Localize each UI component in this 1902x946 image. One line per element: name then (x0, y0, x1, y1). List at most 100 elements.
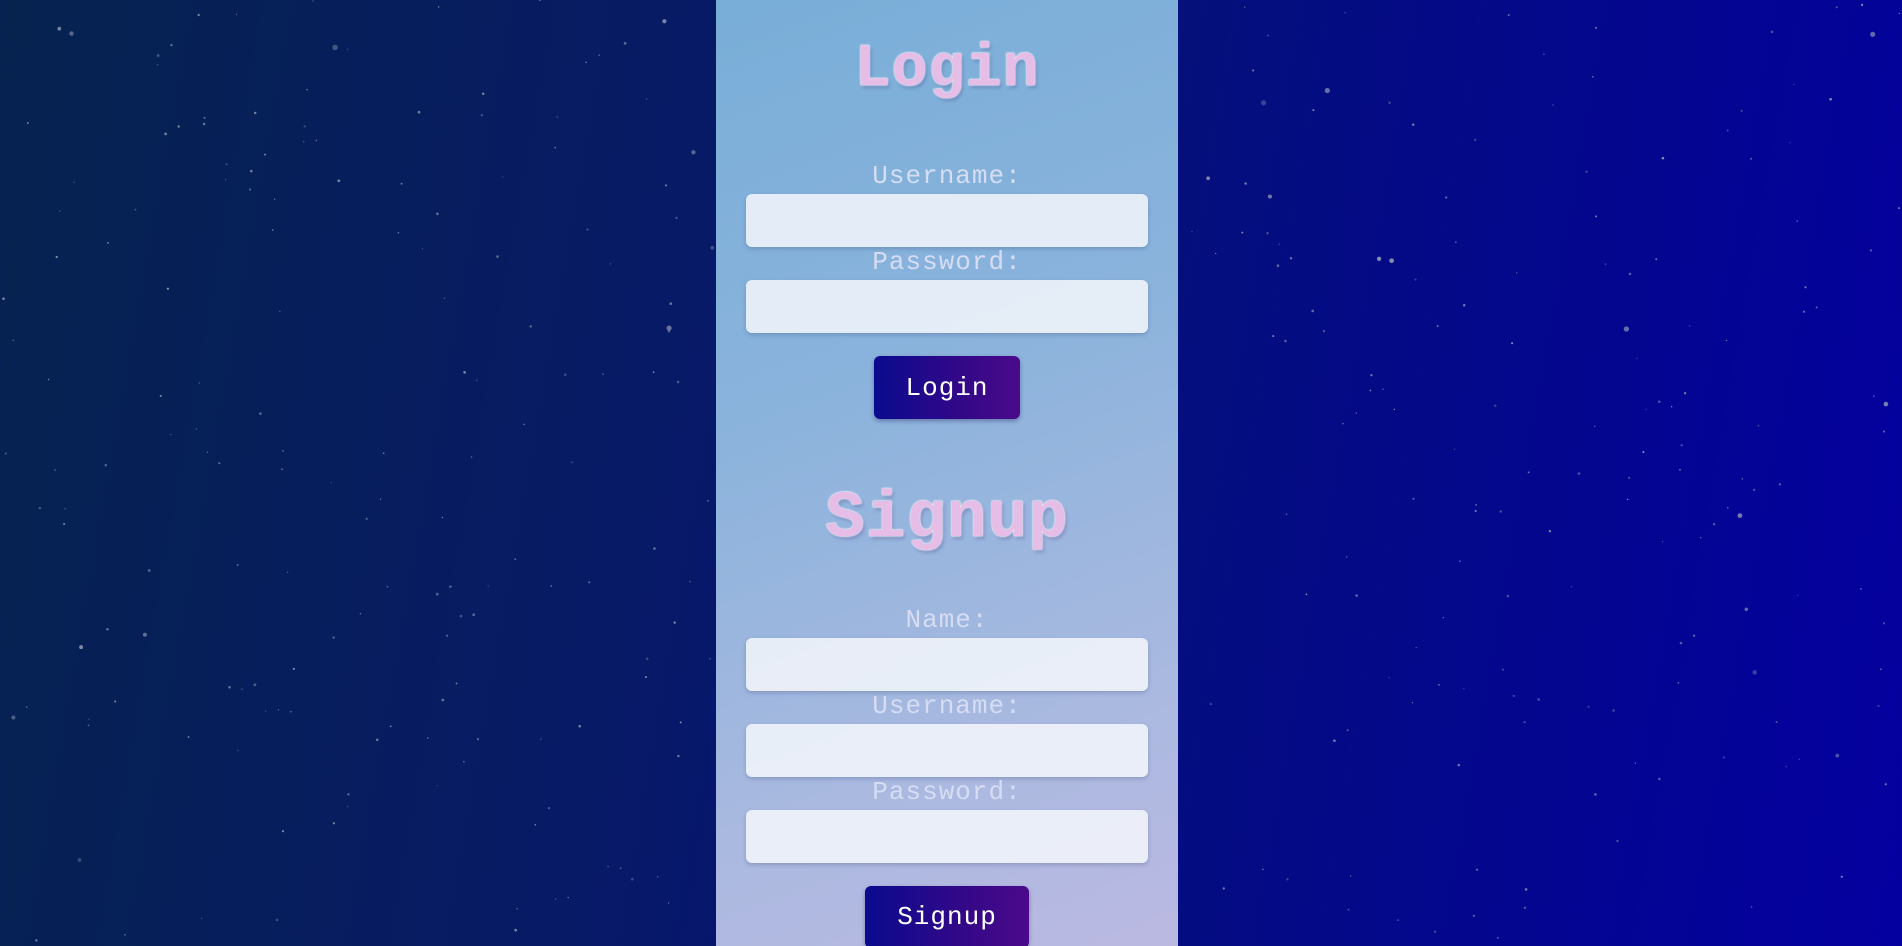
star-dot (1897, 207, 1900, 210)
star-dot (47, 378, 50, 381)
star-dot (1333, 739, 1336, 743)
star-dot (1726, 129, 1729, 132)
star-dot (1382, 388, 1384, 391)
star-dot (200, 917, 203, 919)
star-dot (1869, 249, 1873, 252)
star-dot (652, 371, 655, 374)
star-dot (436, 212, 439, 216)
star-dot (1457, 763, 1461, 767)
star-dot (707, 499, 709, 502)
star-dot (26, 122, 29, 124)
star-dot (564, 373, 567, 376)
login-username-input[interactable] (746, 194, 1148, 247)
star-dot (1370, 374, 1373, 377)
star-dot (265, 710, 267, 712)
star-dot (106, 241, 110, 244)
login-password-label: Password: (872, 247, 1022, 277)
star-dot (281, 830, 285, 833)
star-dot (249, 169, 253, 173)
signup-button[interactable]: Signup (865, 886, 1029, 946)
star-dot (1802, 310, 1805, 313)
star-dot (1626, 498, 1629, 500)
signup-username-input[interactable] (746, 724, 1148, 777)
star-dot (679, 721, 682, 724)
star-dot (669, 302, 673, 305)
star-dot (249, 188, 252, 191)
star-dot (55, 255, 58, 259)
star-dot (1879, 668, 1882, 671)
signup-name-input[interactable] (746, 638, 1148, 691)
star-dot (1475, 504, 1477, 506)
star-dot (664, 184, 668, 187)
star-dot (1284, 339, 1287, 343)
star-dot (1267, 194, 1272, 199)
star-dot (1593, 425, 1596, 428)
star-dot (1680, 444, 1683, 447)
star-dot (1355, 412, 1357, 414)
star-dot (673, 621, 676, 624)
star-dot (602, 373, 604, 375)
login-password-input[interactable] (746, 280, 1148, 333)
star-dot (218, 462, 221, 465)
star-dot (170, 433, 172, 436)
star-dot (275, 918, 279, 922)
star-dot (459, 614, 463, 618)
star-dot (1346, 729, 1349, 732)
star-dot (228, 686, 231, 689)
star-dot (609, 263, 612, 265)
star-dot (12, 339, 15, 342)
star-dot (170, 43, 173, 47)
login-button[interactable]: Login (874, 356, 1020, 419)
star-dot (1898, 12, 1901, 15)
star-dot (1523, 906, 1526, 909)
signup-password-label: Password: (872, 777, 1022, 807)
signup-password-input[interactable] (746, 810, 1148, 863)
star-dot (1305, 593, 1308, 596)
star-dot (1285, 513, 1288, 515)
star-dot (1744, 607, 1749, 612)
star-dot (195, 428, 198, 430)
star-dot (1883, 401, 1889, 407)
star-dot (441, 516, 444, 519)
star-dot (35, 939, 38, 942)
star-dot (198, 382, 201, 384)
star-dot (1393, 408, 1396, 411)
star-dot (1797, 594, 1799, 596)
star-dot (1512, 694, 1515, 698)
star-dot (281, 468, 283, 471)
star-dot (1286, 878, 1289, 881)
star-dot (79, 645, 84, 650)
star-dot (1499, 510, 1502, 513)
star-dot (1679, 468, 1681, 471)
star-dot (57, 26, 62, 31)
star-dot (202, 122, 206, 126)
star-dot (375, 738, 379, 742)
star-dot (554, 898, 557, 900)
star-dot (1552, 104, 1554, 106)
star-dot (1496, 936, 1499, 939)
star-dot (1537, 698, 1541, 701)
star-dot (653, 547, 656, 550)
star-dot (1445, 196, 1448, 199)
star-dot (538, 0, 541, 2)
star-dot (691, 150, 696, 155)
star-dot (286, 571, 289, 573)
login-title: Login (854, 36, 1040, 104)
star-dot (1369, 389, 1372, 392)
star-dot (315, 139, 318, 142)
star-dot (472, 613, 476, 617)
star-dot (598, 54, 600, 56)
star-dot (1260, 100, 1267, 106)
star-dot (1815, 306, 1818, 309)
star-dot (77, 858, 82, 862)
star-dot (1241, 231, 1244, 234)
star-dot (1835, 6, 1838, 9)
star-dot (1612, 709, 1615, 712)
star-dot (550, 585, 553, 587)
star-dot (1243, 6, 1246, 9)
star-dot (1873, 395, 1875, 397)
star-dot (1411, 123, 1415, 126)
star-dot (1750, 906, 1753, 908)
star-dot (529, 325, 532, 328)
star-dot (1594, 26, 1598, 29)
